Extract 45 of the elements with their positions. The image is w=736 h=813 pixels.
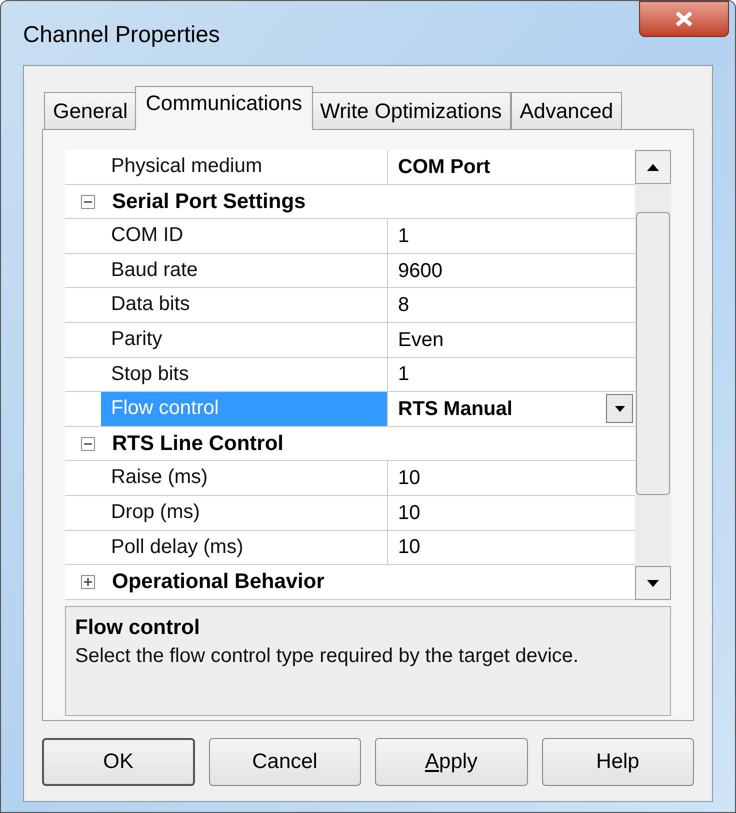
group-header[interactable]: Operational Behavior xyxy=(112,565,324,599)
tab[interactable]: Write Optimizations xyxy=(311,92,511,130)
dropdown-button[interactable] xyxy=(606,394,633,424)
property-value[interactable]: 9600 xyxy=(398,256,442,286)
window-title: Channel Properties xyxy=(23,23,220,46)
property-name[interactable]: Stop bits xyxy=(101,358,388,392)
tab[interactable]: Advanced xyxy=(510,92,622,130)
dialog-button[interactable]: Cancel xyxy=(208,738,362,786)
group-header[interactable]: RTS Line Control xyxy=(112,426,284,460)
expand-icon[interactable] xyxy=(81,575,95,590)
tab[interactable]: General xyxy=(44,92,137,130)
property-name[interactable]: Baud rate xyxy=(101,254,388,288)
property-name[interactable]: Data bits xyxy=(101,288,388,322)
property-value[interactable]: 1 xyxy=(398,359,410,390)
property-name[interactable]: Parity xyxy=(101,322,388,357)
property-name[interactable]: Drop (ms) xyxy=(101,496,388,530)
description-title: Flow control xyxy=(75,615,201,641)
up-arrow-icon xyxy=(647,164,659,170)
dialog-button[interactable]: OK xyxy=(42,738,195,786)
dialog-button[interactable]: Apply xyxy=(375,738,528,786)
down-arrow-icon xyxy=(614,406,624,412)
property-name[interactable]: Raise (ms) xyxy=(101,461,388,495)
collapse-icon[interactable] xyxy=(81,436,95,451)
down-arrow-icon xyxy=(647,580,659,586)
property-value[interactable]: 10 xyxy=(398,532,420,562)
scroll-up-button[interactable] xyxy=(635,150,671,184)
property-value[interactable]: 1 xyxy=(398,220,410,251)
property-value[interactable]: 10 xyxy=(398,463,420,494)
property-name[interactable]: Physical medium xyxy=(101,150,388,184)
close-button[interactable] xyxy=(639,1,729,37)
scroll-down-button[interactable] xyxy=(635,566,671,600)
property-name[interactable]: Poll delay (ms) xyxy=(101,530,388,564)
tab[interactable]: Communications xyxy=(134,86,314,130)
dialog-button[interactable]: Help xyxy=(542,738,694,786)
collapse-icon[interactable] xyxy=(81,194,95,209)
property-value[interactable]: COM Port xyxy=(398,152,490,182)
description-text: Select the flow control type required by the target device. xyxy=(75,644,580,670)
property-name[interactable]: COM ID xyxy=(101,219,388,253)
property-value[interactable]: Even xyxy=(398,324,444,355)
property-value[interactable]: 10 xyxy=(398,498,420,528)
property-value[interactable]: 8 xyxy=(398,290,410,320)
property-value[interactable]: RTS Manual xyxy=(398,394,512,424)
close-icon xyxy=(673,10,695,28)
scroll-thumb[interactable] xyxy=(636,212,670,495)
group-header[interactable]: Serial Port Settings xyxy=(112,184,306,218)
